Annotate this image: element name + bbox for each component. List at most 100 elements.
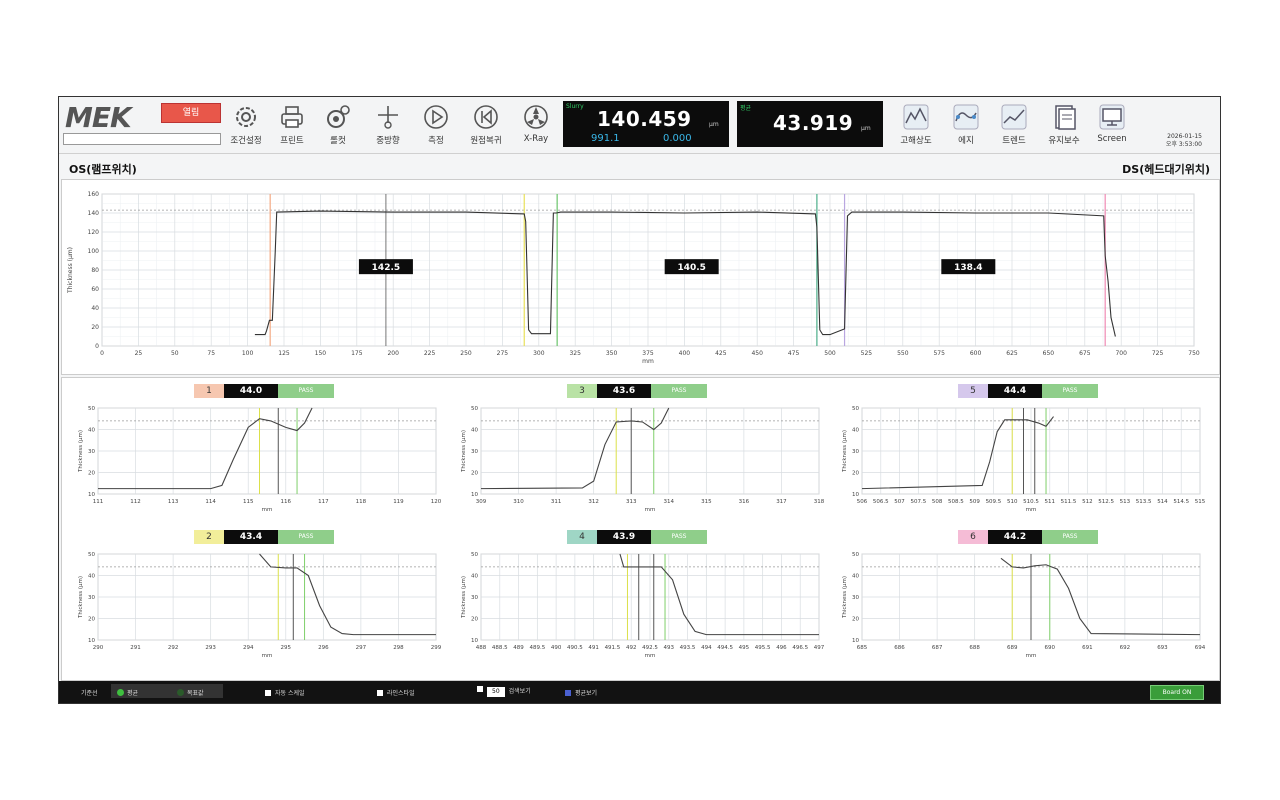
y-tick-label: 10 [471, 638, 478, 644]
x-tick-label: 111 [93, 499, 104, 505]
count-input[interactable]: 50 [487, 687, 505, 697]
edge-chart-1[interactable]: 111 112 113 114 115 116 117 118 119 120 10 20 30 40 50… [74, 400, 446, 530]
maintenance-button[interactable]: 유지보수 [1043, 101, 1085, 149]
y-tick-label: 0 [95, 343, 99, 350]
y-tick-label: 120 [88, 229, 100, 236]
readout-unit: μm [709, 121, 719, 128]
print-button[interactable]: 프린트 [271, 101, 313, 149]
high-resolution-button[interactable]: 고해상도 [895, 101, 937, 149]
x-tick-label: 293 [205, 645, 216, 651]
play-icon [424, 105, 448, 129]
edge-button[interactable]: 에지 [945, 101, 987, 149]
edge-value: 43.9 [597, 530, 651, 544]
readout-sub-left: 991.1 [591, 133, 620, 144]
x-tick-label: 275 [497, 350, 509, 357]
x-tick-label: 506.5 [873, 499, 889, 505]
x-tick-label: 686 [894, 645, 905, 651]
x-tick-label: 294 [243, 645, 254, 651]
edge-chart-3[interactable]: 309 310 311 312 313 314 315 316 317 318 10 20 30 40 50… [457, 400, 829, 530]
y-axis-label: Thickness (μm) [461, 430, 467, 473]
xray-label: X-Ray [523, 134, 549, 144]
x-tick-label: 515 [1195, 499, 1206, 505]
x-tick-label: 510 [1007, 499, 1018, 505]
x-axis-label: mm [642, 358, 654, 365]
x-tick-label: 300 [533, 350, 545, 357]
auto-scale-label: 자동 스케일 [275, 690, 305, 697]
printer-icon [281, 106, 303, 128]
direction-label: 중방향 [376, 136, 400, 146]
edge-value: 44.4 [988, 384, 1042, 398]
date-text: 2026-01-15 [1167, 133, 1202, 140]
y-tick-label: 100 [88, 248, 100, 255]
edge-chart-5[interactable]: 506 506.5 507 507.5 508 508.5 509 509.5 510 510.5… [838, 400, 1210, 530]
x-tick-label: 298 [393, 645, 404, 651]
readout-value: 140.459 [597, 107, 692, 131]
x-tick-label: 292 [168, 645, 179, 651]
average-view-checkbox[interactable]: 평균보기 [565, 688, 597, 697]
option-target[interactable]: 목표값 [177, 688, 204, 697]
board-on-button[interactable]: Board ON [1150, 685, 1204, 700]
x-tick-label: 507.5 [910, 499, 926, 505]
trend-label: 트렌드 [1002, 136, 1026, 146]
x-tick-label: 506 [857, 499, 868, 505]
option-average[interactable]: 평균 [117, 688, 138, 697]
x-tick-label: 725 [1152, 350, 1164, 357]
xray-button[interactable]: X-Ray [515, 101, 557, 149]
x-tick-label: 312 [588, 499, 599, 505]
x-tick-label: 250 [460, 350, 472, 357]
x-tick-label: 750 [1188, 350, 1200, 357]
x-tick-label: 175 [351, 350, 363, 357]
x-tick-label: 325 [569, 350, 581, 357]
settings-button[interactable]: 조건설정 [225, 101, 267, 149]
maintenance-icon [1055, 105, 1076, 130]
y-tick-label: 20 [852, 617, 859, 623]
edge-chart-6[interactable]: 685 686 687 688 689 690 691 692 693 694 10 20 30 40 50… [838, 546, 1210, 676]
roll-cut-icon [327, 105, 350, 128]
y-tick-label: 50 [471, 552, 478, 558]
home-return-button[interactable]: 원점복귀 [465, 101, 507, 149]
x-tick-label: 687 [932, 645, 943, 651]
home-return-icon [474, 105, 498, 129]
x-tick-label: 113 [168, 499, 179, 505]
direction-icon [378, 106, 398, 129]
direction-button[interactable]: 중방향 [367, 101, 409, 149]
x-tick-label: 525 [861, 350, 873, 357]
x-axis-label: mm [645, 653, 656, 659]
y-axis-label: Thickness (μm) [842, 576, 848, 619]
checkbox-icon [477, 686, 483, 692]
count-control[interactable]: 50 검색보기 [477, 686, 531, 697]
x-tick-label: 425 [715, 350, 727, 357]
x-tick-label: 350 [606, 350, 618, 357]
edge-chart-2[interactable]: 290 291 292 293 294 295 296 297 298 299 10 20 30 40 50… [74, 546, 446, 676]
x-tick-label: 295 [281, 645, 292, 651]
y-tick-label: 40 [88, 574, 95, 580]
x-tick-label: 513.5 [1136, 499, 1152, 505]
measure-button[interactable]: 측정 [415, 101, 457, 149]
x-axis-label: mm [1026, 507, 1037, 513]
edge-chart-4[interactable]: 488 488.5 489 489.5 490 490.5 491 491.5 492 492.5… [457, 546, 829, 676]
average-readout: 평균 43.919 μm [737, 101, 883, 147]
x-tick-label: 496 [776, 645, 787, 651]
y-tick-label: 80 [91, 267, 99, 274]
x-tick-label: 114 [205, 499, 216, 505]
edge-number: 3 [567, 384, 597, 398]
edge-value: 44.2 [988, 530, 1042, 544]
edge-value: 43.6 [597, 384, 651, 398]
screen-button[interactable]: Screen [1091, 101, 1133, 149]
pass-badge: PASS [278, 530, 334, 544]
x-tick-label: 493.5 [680, 645, 696, 651]
average-view-label: 평균보기 [575, 690, 598, 697]
pass-badge: PASS [1042, 384, 1098, 398]
line-style-checkbox[interactable]: 라인스타일 [377, 688, 415, 697]
auto-scale-checkbox[interactable]: 자동 스케일 [265, 688, 305, 697]
radio-off-icon [177, 689, 184, 696]
trend-button[interactable]: 트렌드 [993, 101, 1035, 149]
y-tick-label: 10 [852, 638, 859, 644]
status-badge[interactable]: 열림 [161, 103, 221, 123]
x-tick-label: 690 [1045, 645, 1056, 651]
print-label: 프린트 [280, 136, 304, 146]
roll-cut-button[interactable]: 롤컷 [317, 101, 359, 149]
y-tick-label: 30 [88, 449, 95, 455]
bottom-bar: 기준선 평균 목표값 자동 스케일 라인스타일 50 검색보기 평균보기 Boar… [59, 681, 1220, 703]
main-profile-chart[interactable]: 0 25 50 75 100 125 150 175 200 225 250 275 300 325 350… [62, 180, 1219, 374]
